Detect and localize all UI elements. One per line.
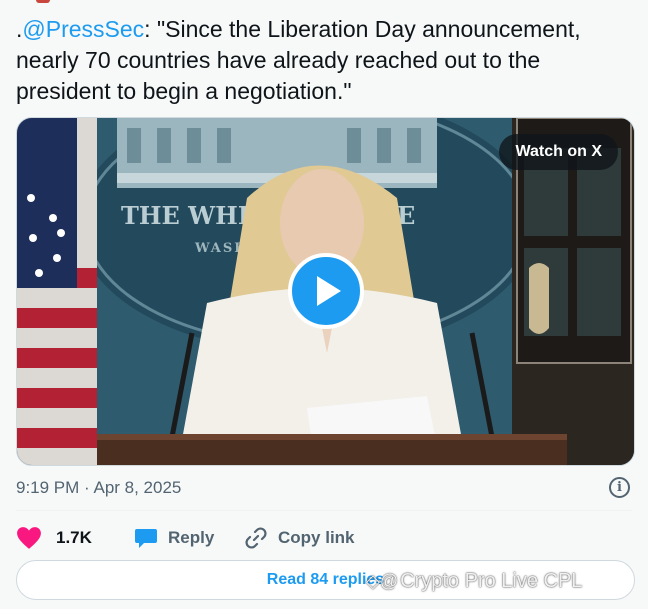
play-icon xyxy=(317,276,341,306)
like-button[interactable]: 1.7K xyxy=(16,526,134,550)
watch-on-x-button[interactable]: Watch on X xyxy=(499,134,618,170)
reply-label: Reply xyxy=(168,528,215,547)
watermark: ◇@ Crypto Pro Live CPL xyxy=(366,570,582,593)
reply-button[interactable]: Reply xyxy=(134,527,244,549)
play-button[interactable] xyxy=(288,253,364,329)
watermark-logo-icon: ◇@ xyxy=(366,571,399,591)
action-bar: 1.7K Reply Copy link xyxy=(16,524,355,552)
heart-icon xyxy=(17,527,41,549)
avatar-edge xyxy=(36,0,50,3)
copy-link-button[interactable]: Copy link xyxy=(244,526,355,550)
link-icon xyxy=(245,527,267,549)
watermark-text: Crypto Pro Live CPL xyxy=(400,570,583,592)
tweet-text: .@PressSec: "Since the Liberation Day an… xyxy=(16,14,628,107)
like-count: 1.7K xyxy=(56,528,92,547)
divider xyxy=(16,510,632,511)
copy-link-label: Copy link xyxy=(278,528,355,547)
info-icon[interactable]: i xyxy=(609,477,630,498)
tweet-timestamp[interactable]: 9:19 PM · Apr 8, 2025 xyxy=(16,478,181,498)
video-player[interactable]: THE WHIT E WASHIN Watch on X xyxy=(16,117,635,466)
mention-link[interactable]: @PressSec xyxy=(22,16,144,42)
tweet-embed: .@PressSec: "Since the Liberation Day an… xyxy=(0,0,648,609)
reply-bubble-icon xyxy=(135,529,157,548)
